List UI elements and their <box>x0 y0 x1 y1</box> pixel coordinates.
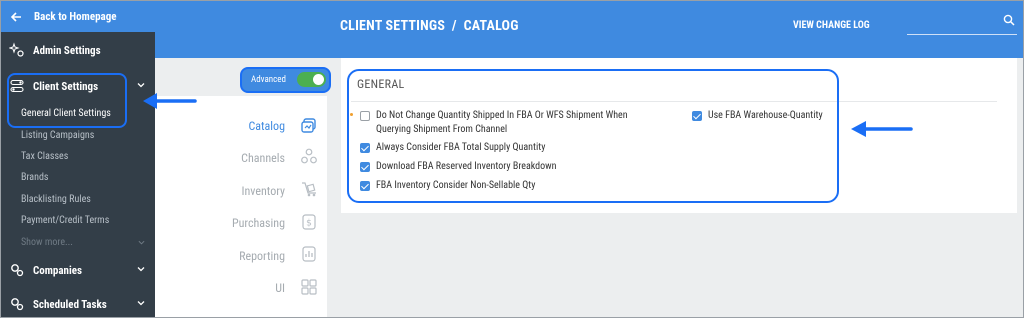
sidebar-sub-payment-credit-terms[interactable]: Payment/Credit Terms <box>21 215 109 226</box>
arrow-left-icon <box>10 11 21 22</box>
sidebar-sub-brands[interactable]: Brands <box>21 172 48 183</box>
show-more-label: Show more... <box>21 237 73 248</box>
chevron-down-icon <box>137 301 145 306</box>
search-icon[interactable] <box>1003 14 1015 26</box>
svg-text:$: $ <box>306 219 312 229</box>
nav-ui[interactable]: UI <box>155 281 285 295</box>
reporting-icon[interactable] <box>300 245 318 263</box>
search-input[interactable] <box>907 34 1017 35</box>
chevron-down-icon <box>137 83 145 88</box>
sidebar-item-label: Scheduled Tasks <box>33 297 107 311</box>
inventory-icon[interactable] <box>300 180 318 198</box>
sidebar-sub-listing-campaigns[interactable]: Listing Campaigns <box>21 130 94 141</box>
top-header: CLIENT SETTINGS / CATALOG VIEW CHANGE LO… <box>155 1 1023 58</box>
nav-channels[interactable]: Channels <box>155 151 285 165</box>
nav-inventory[interactable]: Inventory <box>155 184 285 198</box>
app-window: Back to Homepage Admin Settings Client S… <box>0 0 1024 318</box>
back-label: Back to Homepage <box>34 10 117 23</box>
view-change-log-link[interactable]: VIEW CHANGE LOG <box>793 20 870 31</box>
ui-grid-icon[interactable] <box>300 278 318 296</box>
sparkle-gear-icon <box>9 42 25 58</box>
sidebar-item-label: Admin Settings <box>33 43 101 57</box>
nav-catalog[interactable]: Catalog <box>155 119 285 133</box>
annotation-arrow-left-icon <box>143 93 197 109</box>
general-section-highlight <box>347 69 839 203</box>
nav-reporting[interactable]: Reporting <box>155 249 285 263</box>
back-to-homepage-link[interactable]: Back to Homepage <box>1 1 155 32</box>
catalog-icon[interactable] <box>300 116 318 134</box>
client-settings-highlight <box>7 73 127 128</box>
page-title: CLIENT SETTINGS / CATALOG <box>340 18 519 34</box>
advanced-label: Advanced <box>251 75 286 85</box>
advanced-switch[interactable] <box>297 72 326 87</box>
purchasing-icon[interactable]: $ <box>300 213 318 231</box>
chevron-down-icon <box>137 267 145 272</box>
chevron-down-icon <box>138 240 145 245</box>
sidebar-sub-blacklisting-rules[interactable]: Blacklisting Rules <box>21 194 91 205</box>
sidebar-show-more[interactable]: Show more... <box>21 237 147 248</box>
nav-purchasing[interactable]: Purchasing <box>155 216 285 230</box>
gears-icon <box>9 262 25 278</box>
sidebar-item-scheduled-tasks[interactable]: Scheduled Tasks <box>1 289 155 317</box>
sidebar-item-admin-settings[interactable]: Admin Settings <box>1 35 155 65</box>
sidebar-sub-tax-classes[interactable]: Tax Classes <box>21 151 68 162</box>
sidebar-item-label: Companies <box>33 263 82 277</box>
gears-icon <box>9 296 25 312</box>
channels-icon[interactable] <box>300 147 318 165</box>
annotation-arrow-left-icon <box>851 121 913 137</box>
sidebar: Back to Homepage Admin Settings Client S… <box>1 1 155 317</box>
sidebar-item-companies[interactable]: Companies <box>1 255 155 285</box>
